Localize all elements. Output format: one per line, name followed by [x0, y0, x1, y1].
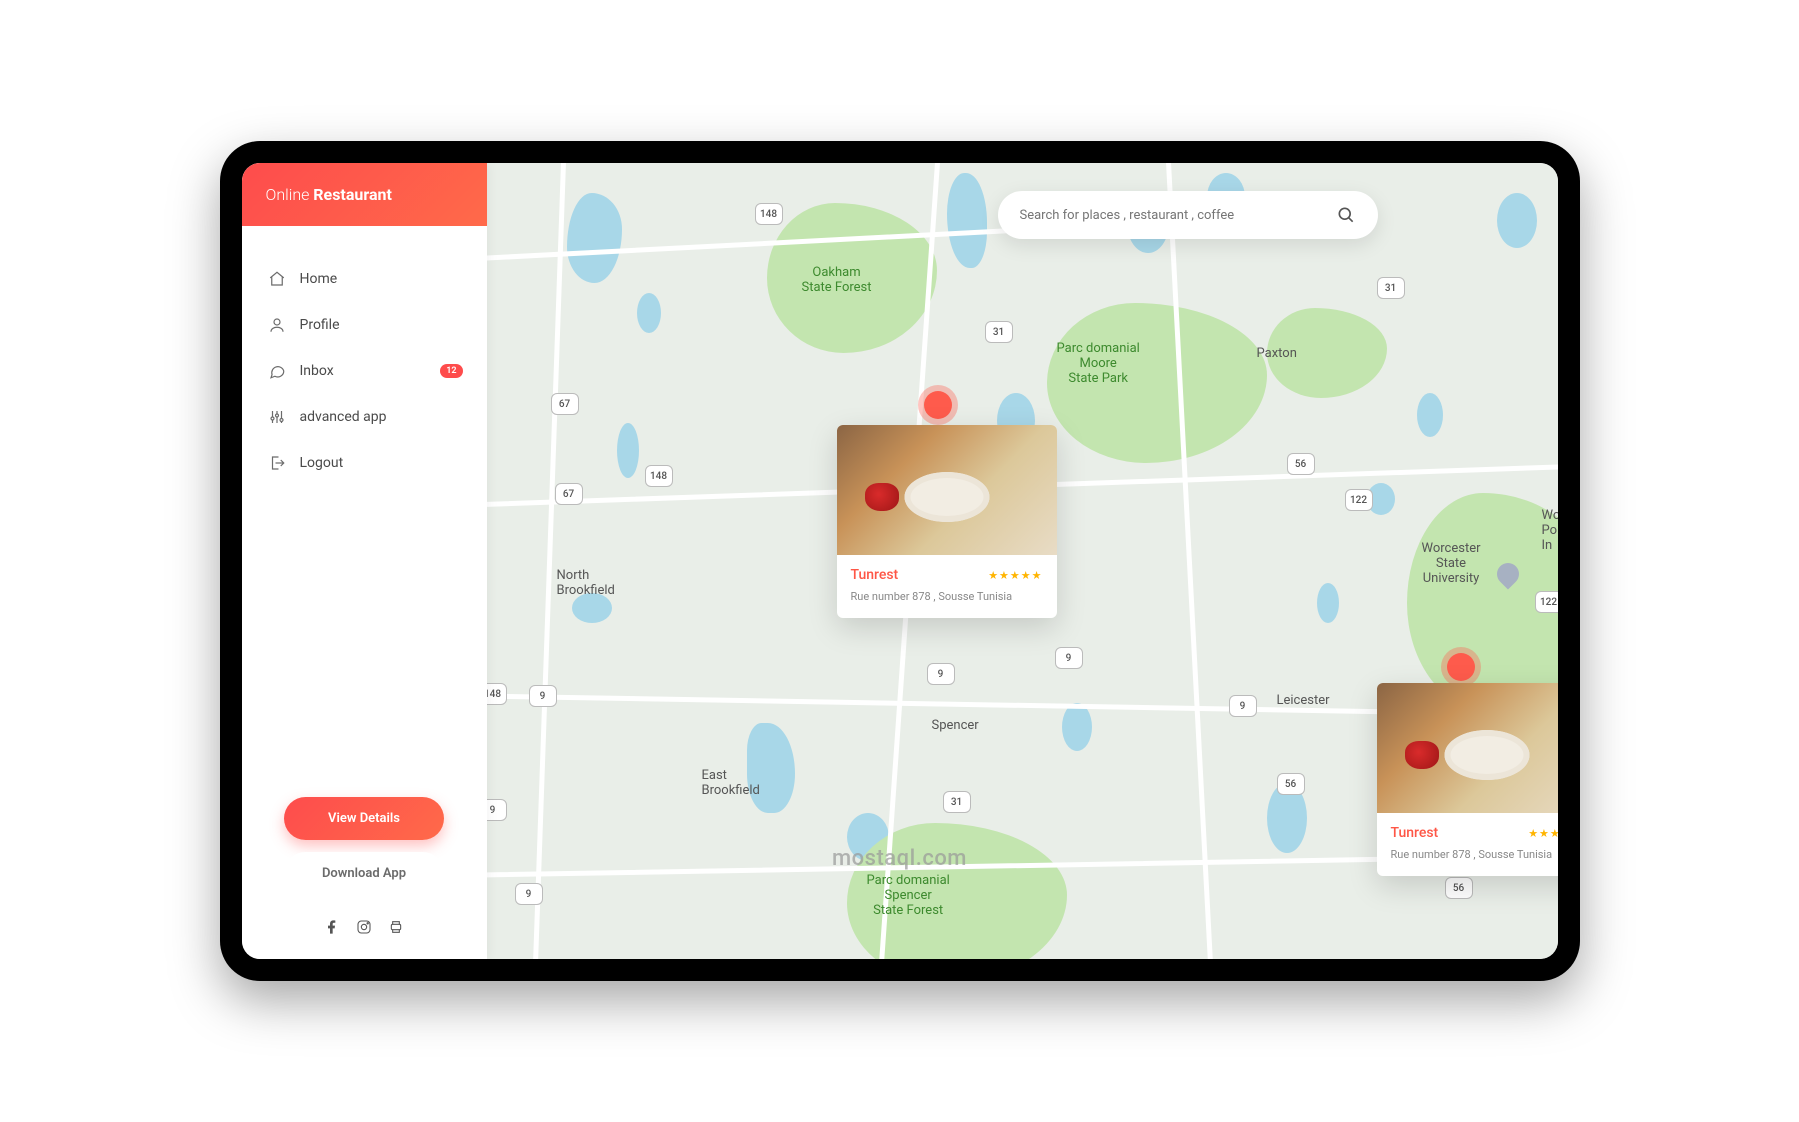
map-label-city: North Brookfield — [557, 568, 615, 598]
restaurant-card-body: Tunrest ★★★★★ Rue number 878 , Sousse Tu… — [1377, 813, 1558, 876]
route-shield: 31 — [985, 321, 1013, 343]
sliders-icon — [268, 408, 286, 426]
map-pin[interactable] — [924, 391, 952, 419]
route-shield: 9 — [1229, 695, 1257, 717]
map-label-forest: Parc domanial Moore State Park — [1057, 341, 1140, 386]
search-bar[interactable] — [998, 191, 1378, 239]
sidebar-nav: Home Profile Inbox 12 — [242, 226, 487, 496]
user-icon — [268, 316, 286, 334]
view-details-button[interactable]: View Details — [284, 797, 444, 840]
route-shield: 67 — [555, 483, 583, 505]
search-icon[interactable] — [1336, 205, 1356, 225]
search-input[interactable] — [1020, 208, 1336, 223]
star-rating: ★★★★★ — [988, 569, 1042, 582]
print-icon[interactable] — [388, 919, 404, 935]
restaurant-address: Rue number 878 , Sousse Tunisia — [851, 589, 1043, 604]
logout-icon — [268, 454, 286, 472]
map-label-city: East Brookfield — [702, 768, 760, 798]
map-label-city: Spencer — [932, 718, 979, 733]
route-shield: 56 — [1287, 453, 1315, 475]
sidebar-item-advanced[interactable]: advanced app — [242, 394, 487, 440]
map-label-city: Leicester — [1277, 693, 1330, 708]
route-shield: 9 — [487, 799, 507, 821]
sidebar: Online Restaurant Home Profile — [242, 163, 487, 959]
route-shield: 122 — [1345, 489, 1373, 511]
restaurant-card-body: Tunrest ★★★★★ Rue number 878 , Sousse Tu… — [837, 555, 1057, 618]
sidebar-item-label: Home — [300, 271, 338, 287]
download-app-button[interactable]: Download App — [284, 852, 444, 895]
route-shield: 148 — [645, 465, 673, 487]
app-screen: Online Restaurant Home Profile — [242, 163, 1558, 959]
map-label-city: Wo Pol In — [1542, 508, 1558, 553]
device-frame: Online Restaurant Home Profile — [220, 141, 1580, 981]
map-label-city: Worcester State University — [1422, 541, 1481, 586]
route-shield: 31 — [943, 791, 971, 813]
restaurant-card[interactable]: Tunrest ★★★★★ Rue number 878 , Sousse Tu… — [837, 425, 1057, 618]
brand-light: Online — [266, 185, 314, 204]
sidebar-item-logout[interactable]: Logout — [242, 440, 487, 486]
restaurant-address: Rue number 878 , Sousse Tunisia — [1391, 847, 1558, 862]
sidebar-item-profile[interactable]: Profile — [242, 302, 487, 348]
star-rating: ★★★★★ — [1528, 827, 1557, 840]
facebook-icon[interactable] — [324, 919, 340, 935]
route-shield: 122 — [1535, 591, 1558, 613]
route-shield: 56 — [1445, 877, 1473, 899]
chat-icon — [268, 362, 286, 380]
instagram-icon[interactable] — [356, 919, 372, 935]
map-label-forest: Parc domanial Spencer State Forest — [867, 873, 950, 918]
sidebar-item-label: Inbox — [300, 363, 334, 379]
route-shield: 9 — [1055, 647, 1083, 669]
sidebar-item-label: advanced app — [300, 409, 387, 425]
brand-header: Online Restaurant — [242, 163, 487, 226]
route-shield: 9 — [529, 685, 557, 707]
route-shield: 9 — [927, 663, 955, 685]
restaurant-title: Tunrest — [851, 567, 899, 583]
map-label-forest: Oakham State Forest — [802, 265, 872, 295]
inbox-badge: 12 — [440, 364, 462, 378]
sidebar-item-inbox[interactable]: Inbox 12 — [242, 348, 487, 394]
restaurant-title: Tunrest — [1391, 825, 1439, 841]
map-area[interactable]: Oakham State Forest Parc domanial Moore … — [487, 163, 1558, 959]
sidebar-item-home[interactable]: Home — [242, 256, 487, 302]
route-shield: 148 — [487, 683, 507, 705]
route-shield: 9 — [515, 883, 543, 905]
social-links — [324, 919, 404, 935]
restaurant-thumbnail — [1377, 683, 1558, 813]
sidebar-item-label: Profile — [300, 317, 340, 333]
route-shield: 56 — [1277, 773, 1305, 795]
map-label-city: Paxton — [1257, 346, 1297, 361]
route-shield: 148 — [755, 203, 783, 225]
sidebar-bottom: View Details Download App — [242, 777, 487, 959]
home-icon — [268, 270, 286, 288]
route-shield: 31 — [1377, 277, 1405, 299]
brand-bold: Restaurant — [313, 185, 392, 204]
sidebar-item-label: Logout — [300, 455, 344, 471]
route-shield: 67 — [551, 393, 579, 415]
restaurant-thumbnail — [837, 425, 1057, 555]
map-pin[interactable] — [1447, 653, 1475, 681]
restaurant-card[interactable]: Tunrest ★★★★★ Rue number 878 , Sousse Tu… — [1377, 683, 1558, 876]
